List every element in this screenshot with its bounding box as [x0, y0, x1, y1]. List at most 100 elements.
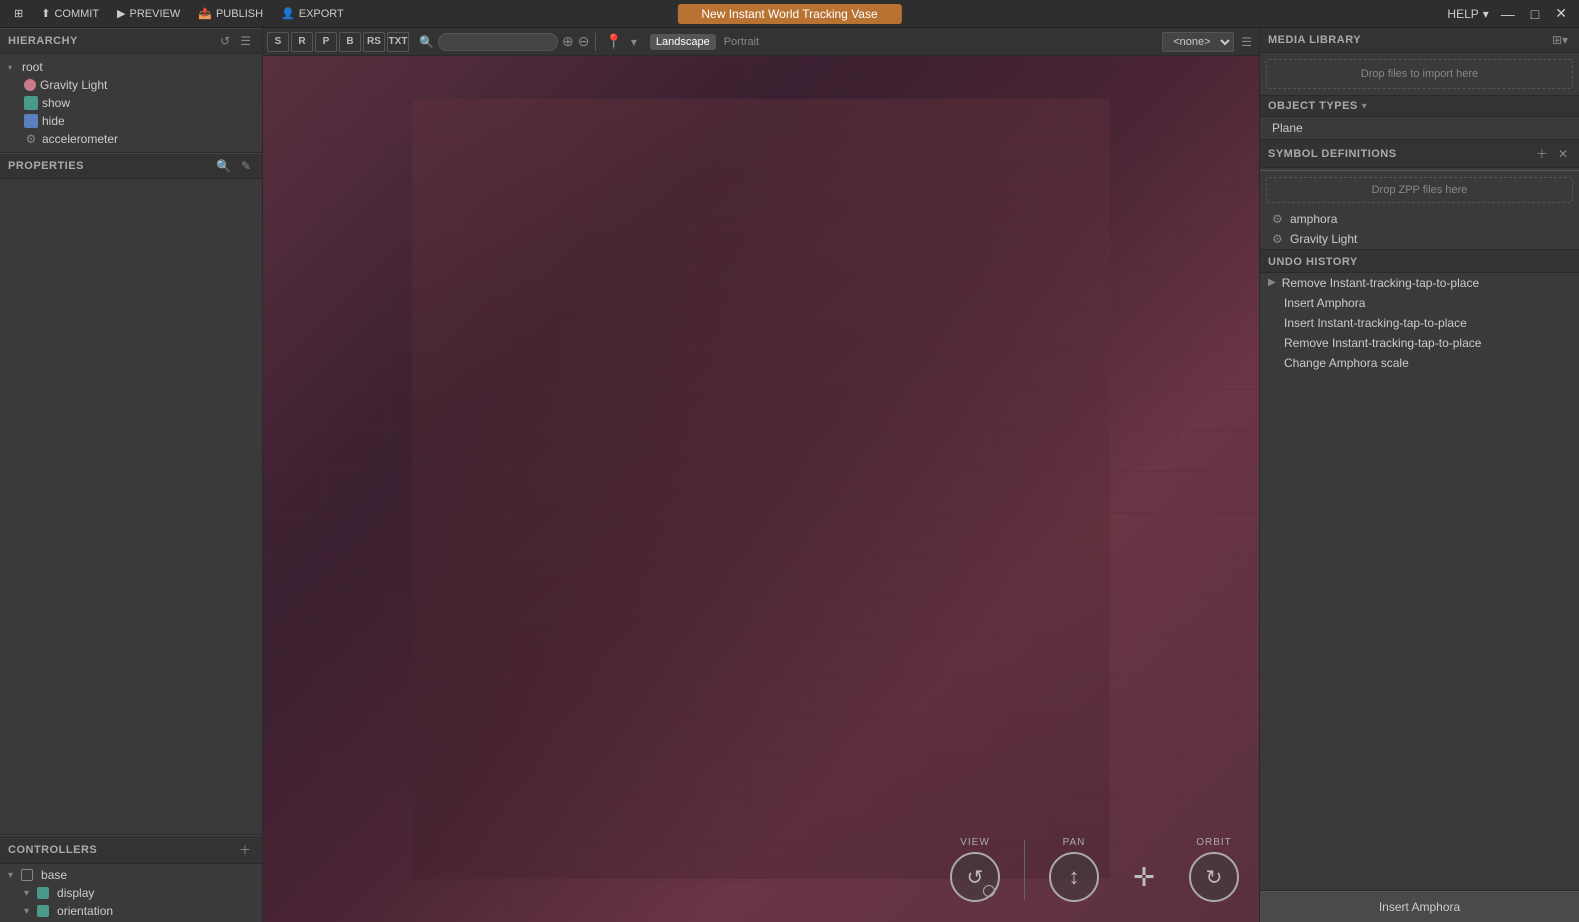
view-rotate-icon: ↺	[967, 865, 984, 890]
symbol-item-amphora[interactable]: ⚙ amphora	[1260, 209, 1579, 229]
base-arrow-icon: ▾	[8, 870, 13, 881]
amphora-label: amphora	[1290, 212, 1337, 226]
undo-item-insert-amphora[interactable]: Insert Amphora	[1260, 293, 1579, 313]
controller-item-base[interactable]: ▾ base	[0, 866, 262, 884]
accelerometer-label: accelerometer	[42, 132, 118, 146]
title-area: New Instant World Tracking Vase	[677, 4, 901, 24]
undo-item-remove-instant2[interactable]: Remove Instant-tracking-tap-to-place	[1260, 333, 1579, 353]
export-button[interactable]: 👤 EXPORT	[273, 4, 352, 23]
preview-button[interactable]: ▶ PREVIEW	[109, 4, 188, 23]
undo-history-title: UNDO HISTORY	[1268, 256, 1358, 268]
symbol-def-header-icons: ＋ ✕	[1533, 144, 1571, 163]
insert-amphora-button[interactable]: Insert Amphora	[1260, 891, 1579, 922]
canvas-viewport[interactable]: VIEW ↺ PAN ↕ -	[263, 56, 1259, 922]
move-control-button[interactable]: ✛	[1119, 852, 1169, 902]
right-panel: MEDIA LIBRARY ⊞▾ Drop files to import he…	[1259, 28, 1579, 922]
hierarchy-header-icons: ↺ ☰	[217, 33, 254, 49]
hierarchy-item-root[interactable]: ▾ root	[0, 58, 262, 76]
canvas-right-menu-button[interactable]: ☰	[1238, 34, 1255, 50]
publish-icon: 📤	[198, 7, 212, 20]
orbit-control-button[interactable]: ↻	[1189, 852, 1239, 902]
hierarchy-item-show[interactable]: show	[0, 94, 262, 112]
object-types-chevron-icon: ▾	[1362, 101, 1367, 112]
canvas-location-button[interactable]: 📍	[602, 32, 625, 51]
controller-item-display[interactable]: ▾ display	[0, 884, 262, 902]
canvas-search-end-icon: ⊖	[578, 33, 590, 50]
orientation-label: orientation	[57, 904, 113, 918]
orientation-icon	[37, 905, 49, 917]
hierarchy-item-gravity-light[interactable]: Gravity Light	[0, 76, 262, 94]
base-label: base	[41, 868, 67, 882]
landscape-button[interactable]: Landscape	[650, 34, 716, 50]
commit-label: COMMIT	[54, 8, 99, 20]
publish-button[interactable]: 📤 PUBLISH	[190, 4, 271, 23]
tool-p-button[interactable]: P	[315, 32, 337, 52]
portrait-button[interactable]: Portrait	[718, 34, 765, 50]
minimize-button[interactable]: —	[1497, 6, 1519, 22]
canvas-search-input[interactable]	[438, 33, 558, 51]
symbol-def-close-button[interactable]: ✕	[1555, 144, 1571, 163]
media-library-drop-zone[interactable]: Drop files to import here	[1266, 59, 1573, 89]
close-button[interactable]: ✕	[1551, 5, 1571, 22]
controllers-title: CONTROLLERS	[8, 844, 97, 856]
undo-item-change-amphora[interactable]: Change Amphora scale	[1260, 353, 1579, 373]
pan-arrow-icon: ↕	[1069, 864, 1080, 890]
hierarchy-refresh-button[interactable]: ↺	[217, 33, 233, 49]
tool-rs-button[interactable]: RS	[363, 32, 385, 52]
pan-control-group: PAN ↕	[1049, 837, 1099, 902]
object-types-list: Plane	[1260, 117, 1579, 139]
root-arrow-icon: ▾	[8, 63, 18, 72]
tool-r-button[interactable]: R	[291, 32, 313, 52]
canvas-toolbar-right: <none> ☰	[1162, 32, 1255, 52]
media-library-menu-button[interactable]: ⊞▾	[1549, 32, 1571, 48]
preview-label: PREVIEW	[130, 8, 181, 20]
controllers-list: ▾ base ▾ display ▾ orientation	[0, 864, 262, 922]
app-menu-button[interactable]: ⊞	[6, 4, 31, 23]
control-separator	[1024, 840, 1025, 900]
help-button[interactable]: HELP ▾	[1447, 7, 1488, 21]
properties-search-button[interactable]: 🔍	[213, 158, 234, 174]
topbar-left: ⊞ ⬆ COMMIT ▶ PREVIEW 📤 PUBLISH 👤 EXPORT	[0, 4, 358, 23]
controller-item-orientation[interactable]: ▾ orientation	[0, 902, 262, 920]
symbol-definitions-header: SYMBOL DEFINITIONS ＋ ✕	[1260, 140, 1579, 168]
view-control-button[interactable]: ↺	[950, 852, 1000, 902]
tool-b-button[interactable]: B	[339, 32, 361, 52]
hierarchy-section: HIERARCHY ↺ ☰ ▾ root Gravity Light	[0, 28, 262, 152]
restore-button[interactable]: □	[1527, 6, 1543, 22]
symbol-def-drop-zone[interactable]: Drop ZPP files here	[1266, 177, 1573, 203]
properties-edit-button[interactable]: ✎	[238, 158, 254, 174]
undo-item-remove-instant2-label: Remove Instant-tracking-tap-to-place	[1284, 336, 1481, 350]
help-label: HELP	[1447, 7, 1478, 21]
pan-control-button[interactable]: ↕	[1049, 852, 1099, 902]
symbol-item-gravity-light[interactable]: ⚙ Gravity Light	[1260, 229, 1579, 249]
project-title: New Instant World Tracking Vase	[677, 4, 901, 24]
tool-txt-button[interactable]: TXT	[387, 32, 409, 52]
gravity-light-symbol-label: Gravity Light	[1290, 232, 1357, 246]
undo-item-insert-instant[interactable]: Insert Instant-tracking-tap-to-place	[1260, 313, 1579, 333]
undo-history-header: UNDO HISTORY	[1260, 250, 1579, 273]
pan-control-label: PAN	[1063, 837, 1086, 848]
canvas-dropdown[interactable]: <none>	[1162, 32, 1234, 52]
controllers-add-button[interactable]: ＋	[236, 840, 254, 859]
properties-header-icons: 🔍 ✎	[213, 158, 254, 174]
display-label: display	[57, 886, 94, 900]
object-type-plane[interactable]: Plane	[1260, 117, 1579, 139]
amphora-gear-icon: ⚙	[1272, 213, 1284, 225]
hierarchy-item-accelerometer[interactable]: ⚙ accelerometer	[0, 130, 262, 148]
hierarchy-item-hide[interactable]: hide	[0, 112, 262, 130]
symbol-def-add-button[interactable]: ＋	[1533, 144, 1551, 163]
commit-button[interactable]: ⬆ COMMIT	[33, 4, 107, 23]
hierarchy-menu-button[interactable]: ☰	[237, 33, 254, 49]
media-library-drop-text: Drop files to import here	[1361, 68, 1478, 80]
help-chevron-icon: ▾	[1483, 7, 1489, 21]
canvas-background: VIEW ↺ PAN ↕ -	[263, 56, 1259, 922]
show-icon	[24, 96, 38, 110]
tool-s-button[interactable]: S	[267, 32, 289, 52]
canvas-location-chevron-button[interactable]: ▾	[628, 34, 640, 50]
undo-item-remove-instant[interactable]: ▶ Remove Instant-tracking-tap-to-place	[1260, 273, 1579, 293]
topbar-right: HELP ▾ — □ ✕	[1447, 5, 1579, 22]
right-panel-footer: Insert Amphora	[1260, 890, 1579, 922]
object-types-header: OBJECT TYPES ▾	[1260, 96, 1579, 117]
canvas-search-icon: 🔍	[419, 35, 434, 49]
object-types-title: OBJECT TYPES	[1268, 100, 1358, 112]
